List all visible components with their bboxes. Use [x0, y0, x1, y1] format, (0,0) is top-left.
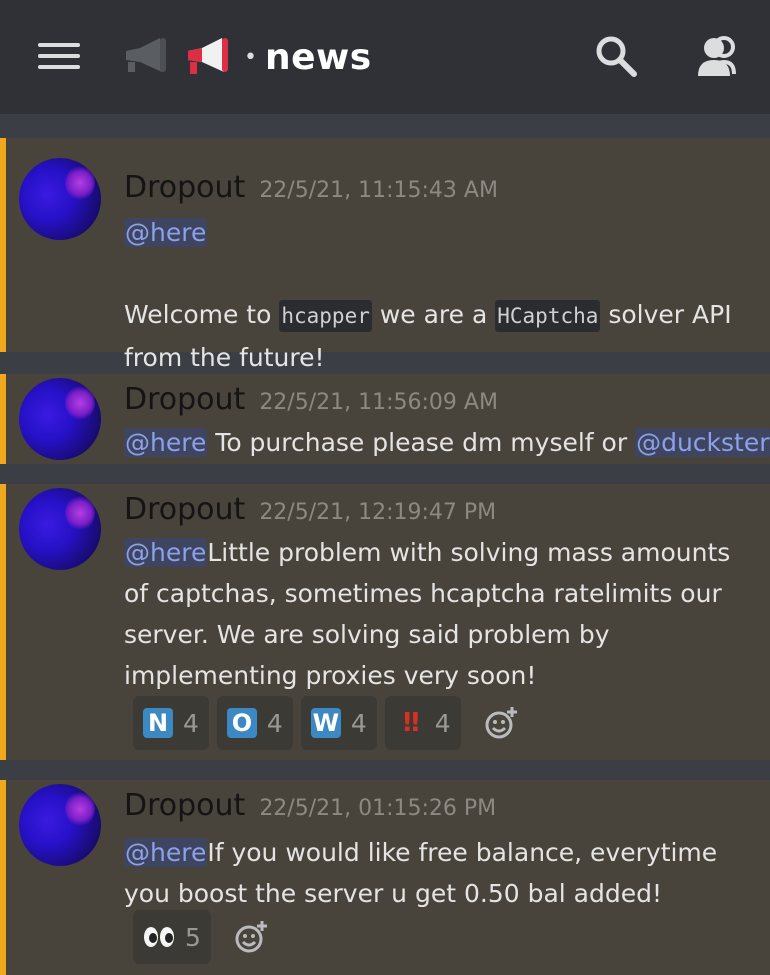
reaction-n[interactable]: N 4 [133, 696, 209, 750]
channel-name: news [264, 36, 372, 78]
message-content: @here Welcome to hcapper we are a HCaptc… [124, 212, 756, 378]
message-text: If you would like free balance, everytim… [124, 838, 718, 908]
avatar[interactable] [19, 378, 101, 460]
add-reaction-icon[interactable] [233, 919, 269, 955]
megaphone-icon [126, 38, 166, 72]
reaction-count: 4 [266, 708, 283, 738]
reaction-w[interactable]: W 4 [300, 696, 377, 750]
add-reaction-icon[interactable] [483, 705, 519, 741]
letter-n-emoji-icon: N [143, 708, 173, 738]
reaction-count: 4 [183, 708, 199, 738]
reaction-bar: N 4 O 4 W 4 ‼ 4 [133, 696, 519, 750]
message-content: @hereLittle problem with solving mass am… [124, 532, 756, 696]
search-icon[interactable] [594, 34, 638, 78]
mention[interactable]: @here [124, 538, 208, 567]
message-item[interactable]: Dropout 22/5/21, 11:15:43 AM @here Welco… [0, 138, 770, 372]
message-text: we are a [371, 300, 496, 329]
timestamp: 22/5/21, 01:15:26 PM [259, 796, 497, 821]
mention[interactable]: @here [124, 838, 208, 867]
message-item[interactable]: Dropout 22/5/21, 01:15:26 PM @hereIf you… [0, 780, 770, 975]
message-header: Dropout 22/5/21, 11:15:43 AM [124, 170, 498, 205]
reaction-count: 5 [185, 922, 201, 952]
letter-w-emoji-icon: W [310, 708, 341, 738]
reaction-count: 4 [350, 708, 367, 738]
double-exclamation-icon: ‼ [403, 708, 419, 738]
author-name[interactable]: Dropout [124, 788, 245, 823]
inline-code: hcapper [279, 300, 372, 332]
inline-code: HCaptcha [495, 300, 601, 332]
author-name[interactable]: Dropout [124, 382, 245, 417]
reaction-count: 4 [434, 708, 451, 738]
reaction-bar: 5 [133, 910, 269, 964]
eyes-emoji-icon [143, 927, 175, 947]
mention[interactable]: @here [124, 428, 208, 457]
avatar[interactable] [19, 488, 101, 570]
reaction-eyes[interactable]: 5 [133, 910, 211, 964]
avatar[interactable] [19, 784, 101, 866]
message-text: To purchase please dm myself or [207, 428, 636, 457]
message-header: Dropout 22/5/21, 01:15:26 PM [124, 788, 496, 823]
timestamp: 22/5/21, 12:19:47 PM [259, 500, 497, 525]
reaction-o[interactable]: O 4 [216, 696, 293, 750]
message-header: Dropout 22/5/21, 11:56:09 AM [124, 382, 498, 417]
message-item[interactable]: Dropout 22/5/21, 12:19:47 PM @hereLittle… [0, 484, 770, 760]
message-text: Little problem with solving mass amounts… [124, 538, 731, 690]
timestamp: 22/5/21, 11:56:09 AM [259, 390, 498, 415]
author-name[interactable]: Dropout [124, 492, 245, 527]
message-content: @hereIf you would like free balance, eve… [124, 832, 756, 914]
channel-title: • news [122, 32, 372, 82]
megaphone-icon [188, 38, 228, 74]
members-icon[interactable] [694, 34, 744, 78]
author-name[interactable]: Dropout [124, 170, 245, 205]
message-header: Dropout 22/5/21, 12:19:47 PM [124, 492, 496, 527]
message-feed: Dropout 22/5/21, 11:15:43 AM @here Welco… [0, 114, 770, 975]
mention[interactable]: @duckster [635, 428, 770, 457]
timestamp: 22/5/21, 11:15:43 AM [259, 178, 498, 203]
message-text: Welcome to [124, 300, 280, 329]
channel-separator: • [244, 44, 257, 70]
message-content: @here To purchase please dm myself or @d… [124, 422, 770, 463]
reaction-bangbang[interactable]: ‼ 4 [384, 696, 461, 750]
letter-o-emoji-icon: O [226, 708, 257, 738]
avatar[interactable] [19, 158, 101, 240]
channel-header: • news [0, 0, 770, 114]
hamburger-menu-icon[interactable] [38, 43, 80, 71]
mention[interactable]: @here [124, 218, 208, 247]
message-item[interactable]: Dropout 22/5/21, 11:56:09 AM @here To pu… [0, 374, 770, 464]
